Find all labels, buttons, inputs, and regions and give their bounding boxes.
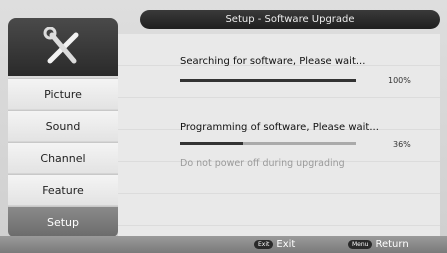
return-label: Return bbox=[375, 238, 409, 250]
search-status-text: Searching for software, Please wait... bbox=[180, 56, 366, 67]
menu-item-picture[interactable]: Picture bbox=[8, 78, 118, 109]
exit-label: Exit bbox=[276, 238, 296, 250]
menu-key-icon: Menu bbox=[348, 239, 373, 249]
search-progress-percent: 100% bbox=[388, 76, 411, 85]
program-progress-fill bbox=[180, 142, 244, 145]
search-progress-bar bbox=[180, 79, 356, 82]
exit-key-icon: Exit bbox=[254, 239, 274, 249]
sidebar: Picture Sound Channel Feature Setup bbox=[8, 18, 118, 237]
menu-item-feature[interactable]: Feature bbox=[8, 174, 118, 205]
page-title: Setup - Software Upgrade bbox=[140, 10, 440, 29]
search-progress-fill bbox=[180, 79, 356, 82]
setup-tools-logo bbox=[8, 18, 118, 76]
footer-bar: Exit Exit Menu Return bbox=[0, 236, 447, 253]
program-status-text: Programming of software, Please wait... bbox=[180, 122, 379, 133]
tools-icon bbox=[43, 27, 79, 64]
upgrade-panel: Searching for software, Please wait... 1… bbox=[118, 34, 440, 236]
tv-screen: Picture Sound Channel Feature Setup Setu… bbox=[0, 0, 447, 253]
menu-item-setup[interactable]: Setup bbox=[8, 206, 118, 237]
menu-item-sound[interactable]: Sound bbox=[8, 110, 118, 141]
power-warning-text: Do not power off during upgrading bbox=[180, 158, 345, 169]
program-progress-percent: 36% bbox=[393, 140, 411, 149]
exit-button[interactable]: Exit Exit bbox=[254, 238, 295, 250]
menu-item-channel[interactable]: Channel bbox=[8, 142, 118, 173]
program-progress-bar bbox=[180, 142, 356, 145]
return-button[interactable]: Menu Return bbox=[348, 238, 409, 250]
